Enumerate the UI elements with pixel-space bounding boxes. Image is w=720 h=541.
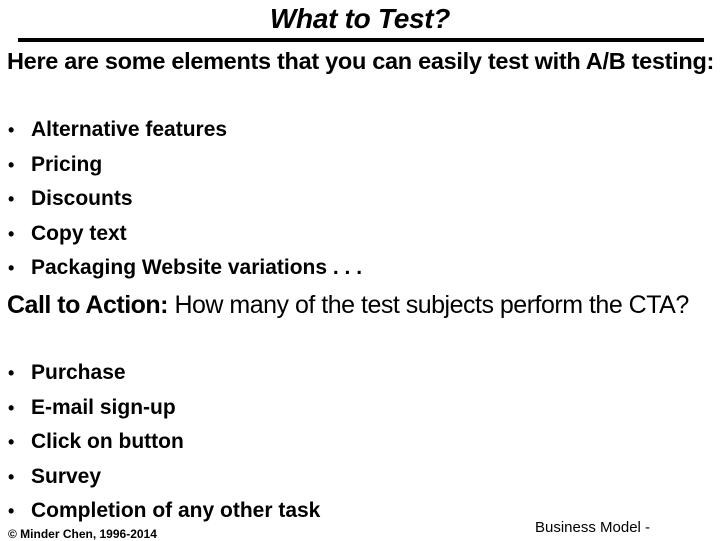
list-item-text: Packaging Website variations . . . [31,256,363,279]
bullet-icon: • [8,466,15,487]
list-item-text: Discounts [31,187,133,210]
list-item-text: Completion of any other task [31,499,321,522]
list-item-text: Alternative features [31,118,228,141]
slide-title: What to Test? [269,3,451,34]
list-item-text: Survey [31,464,102,488]
bullet-icon: • [8,258,15,278]
bullet-icon: • [8,189,15,209]
list-item-text: Copy text [31,221,127,245]
intro-paragraph: Here are some elements that you can easi… [7,48,715,74]
bullet-icon: • [8,501,15,521]
list-item-text: Purchase [31,361,126,384]
bullet-icon: • [8,432,15,452]
bullet-icon: • [8,120,15,140]
copyright-footer: © Minder Chen, 1996-2014 [8,527,157,541]
cta-label: Call to Action: [7,291,169,319]
title-divider [18,38,704,42]
bullet-icon: • [8,223,15,244]
bullet-icon: • [8,363,15,383]
cta-question: How many of the test subjects perform th… [168,291,689,319]
list-item-text: Click on button [31,430,184,453]
cta-paragraph: Call to Action: How many of the test sub… [7,290,717,321]
bullet-icon: • [8,154,15,175]
list-item-text: Pricing [31,152,103,176]
list-item-text: E-mail sign-up [31,395,176,419]
bullet-icon: • [8,397,15,418]
section-footer: Business Model - [535,519,651,536]
